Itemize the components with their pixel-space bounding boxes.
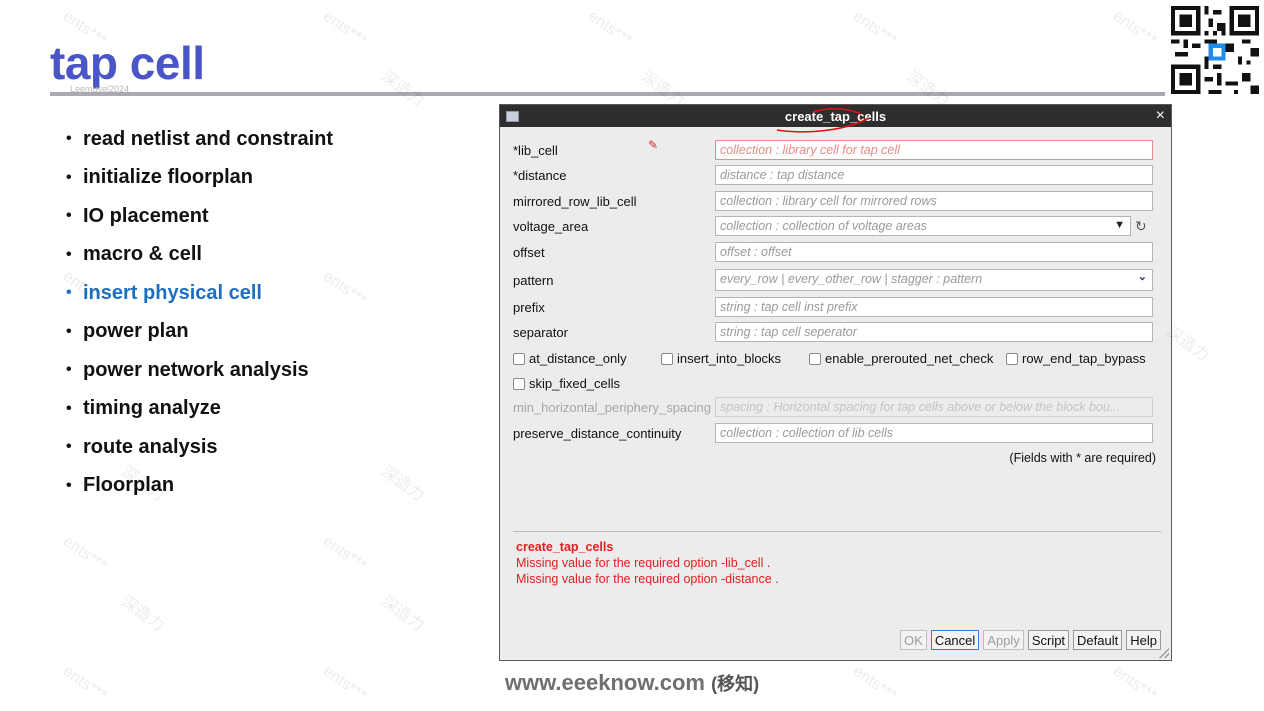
offset-label: offset — [513, 244, 545, 260]
dialog-titlebar[interactable]: create_tap_cells × — [500, 105, 1171, 133]
list-item: • Floorplan — [66, 474, 175, 497]
dropdown-arrow-icon[interactable]: ▼ — [1114, 218, 1125, 233]
watermark: ents*** — [319, 7, 370, 50]
min-horizontal-periphery-spacing-row: min_horizontal_periphery_spacing spacing… — [513, 397, 1153, 417]
watermark: ents*** — [59, 532, 110, 575]
watermark: ents*** — [319, 532, 370, 575]
dialog-title: create_tap_cells — [784, 108, 887, 124]
list-item: • read netlist and constraint — [66, 127, 334, 150]
required-fields-note: (Fields with * are required) — [1009, 451, 1156, 465]
create-tap-cells-dialog: create_tap_cells × ✎ *lib_cell collectio… — [499, 104, 1172, 661]
resize-grip-icon[interactable] — [1159, 648, 1169, 658]
lib-cell-label: *lib_cell — [513, 142, 558, 158]
error-line: Missing value for the required option -l… — [516, 556, 771, 570]
ok-button[interactable]: OK — [900, 630, 927, 650]
lib-cell-row: *lib_cell collection : library cell for … — [513, 140, 1153, 160]
list-item: • IO placement — [66, 204, 209, 227]
watermark: 深造力 — [118, 593, 168, 635]
separator-label: separator — [513, 324, 568, 340]
slide-title: tap cell — [50, 37, 205, 89]
min-horizontal-periphery-spacing-input: spacing : Horizontal spacing for tap cel… — [715, 397, 1153, 417]
distance-label: *distance — [513, 167, 567, 183]
list-item: • timing analyze — [66, 397, 221, 420]
cancel-button[interactable]: Cancel — [930, 630, 980, 650]
watermark: ents*** — [849, 7, 900, 50]
mirrored-row-lib-cell-label: mirrored_row_lib_cell — [513, 193, 637, 209]
preserve-distance-continuity-row: preserve_distance_continuity collection … — [513, 423, 1153, 443]
separator-row: separator string : tap cell seperator — [513, 322, 1153, 342]
title-divider — [50, 92, 1165, 96]
error-line: Missing value for the required option -d… — [516, 572, 779, 586]
row-end-tap-bypass-checkbox[interactable]: row_end_tap_bypass — [1006, 351, 1146, 366]
skip-fixed-cells-checkbox[interactable]: skip_fixed_cells — [513, 376, 620, 391]
watermark: 深造力 — [378, 68, 428, 110]
enable-prerouted-net-check-checkbox[interactable]: enable_prerouted_net_check — [809, 351, 1006, 366]
voltage-area-select[interactable]: collection : collection of voltage areas… — [715, 216, 1131, 236]
list-item: • power network analysis — [66, 358, 309, 381]
chevron-down-icon[interactable]: ⌄ — [1138, 270, 1147, 285]
distance-row: *distance distance : tap distance — [513, 165, 1153, 185]
help-button[interactable]: Help — [1126, 630, 1161, 650]
offset-input[interactable]: offset : offset — [715, 242, 1153, 262]
footer-cn: (移知) — [711, 674, 760, 694]
watermark: ents*** — [1109, 7, 1160, 50]
watermark: ents*** — [584, 7, 635, 50]
voltage-area-label: voltage_area — [513, 218, 589, 234]
mirrored-row-lib-cell-input[interactable]: collection : library cell for mirrored r… — [715, 191, 1153, 211]
list-item: • route analysis — [66, 435, 218, 458]
refresh-icon[interactable]: ↻ — [1135, 218, 1147, 235]
prefix-label: prefix — [513, 299, 545, 315]
topic-list: • read netlist and constraint • initialize… — [66, 120, 333, 505]
min-horizontal-periphery-spacing-label: min_horizontal_periphery_spacing — [513, 399, 712, 415]
voltage-area-row: voltage_area collection : collection of … — [513, 216, 1147, 236]
prefix-input[interactable]: string : tap cell inst prefix — [715, 297, 1153, 317]
options-checkbox-row-2: skip_fixed_cells — [513, 376, 620, 391]
list-item: • macro & cell — [66, 243, 202, 266]
distance-input[interactable]: distance : tap distance — [715, 165, 1153, 185]
prefix-row: prefix string : tap cell inst prefix — [513, 297, 1153, 317]
list-item-active: • insert physical cell — [66, 281, 262, 304]
insert-into-blocks-checkbox[interactable]: insert_into_blocks — [661, 351, 809, 366]
error-command-name: create_tap_cells — [516, 540, 614, 554]
watermark: 深造力 — [378, 593, 428, 635]
lib-cell-input[interactable]: collection : library cell for tap cell — [715, 140, 1153, 160]
pattern-row: pattern every_row | every_other_row | st… — [513, 269, 1153, 291]
pattern-label: pattern — [513, 272, 554, 288]
footer-brand: www.eeeknow.com (移知) — [0, 670, 1264, 696]
separator-input[interactable]: string : tap cell seperator — [715, 322, 1153, 342]
window-menu-icon[interactable] — [506, 111, 519, 122]
close-icon[interactable]: × — [1156, 107, 1165, 125]
footer-url: www.eeeknow.com — [504, 670, 705, 695]
list-item: • power plan — [66, 320, 189, 343]
qr-code-icon — [1171, 6, 1259, 94]
dialog-button-bar: OK Cancel Apply Script Default Help — [900, 630, 1161, 650]
preserve-distance-continuity-input[interactable]: collection : collection of lib cells — [715, 423, 1153, 443]
default-button[interactable]: Default — [1073, 630, 1123, 650]
watermark: 深造力 — [378, 463, 428, 505]
at-distance-only-checkbox[interactable]: at_distance_only — [513, 351, 661, 366]
message-divider — [513, 531, 1161, 532]
error-message-area: create_tap_cells Missing value for the r… — [516, 539, 779, 587]
mirrored-row-lib-cell-row: mirrored_row_lib_cell collection : libra… — [513, 191, 1153, 211]
preserve-distance-continuity-label: preserve_distance_continuity — [513, 425, 682, 441]
script-button[interactable]: Script — [1027, 630, 1070, 650]
pattern-combobox[interactable]: every_row | every_other_row | stagger : … — [715, 269, 1153, 291]
options-checkbox-row: at_distance_only insert_into_blocks enab… — [513, 351, 1146, 366]
offset-row: offset offset : offset — [513, 242, 1153, 262]
apply-button[interactable]: Apply — [983, 630, 1024, 650]
list-item: • initialize floorplan — [66, 166, 254, 189]
